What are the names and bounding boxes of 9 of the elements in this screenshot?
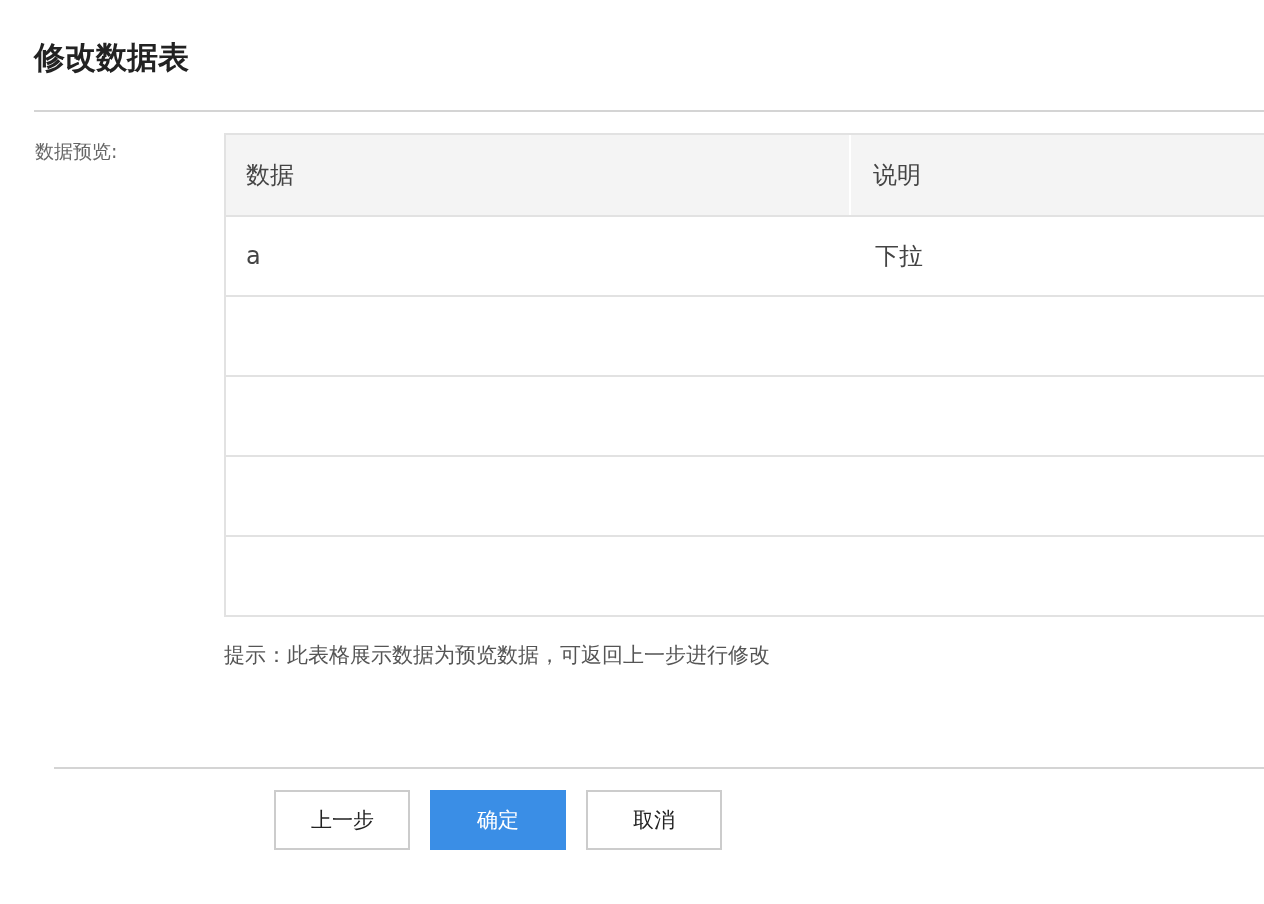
table-cell-text: a [245, 241, 262, 272]
hint-text: 提示：此表格展示数据为预览数据，可返回上一步进行修改 [224, 642, 771, 669]
action-button[interactable]: 上一步 [274, 790, 410, 850]
page-title: 修改数据表 [34, 38, 190, 77]
action-button[interactable]: 取消 [586, 790, 722, 850]
column-header: 数据 [226, 135, 851, 215]
table-cell-text: 下拉 [874, 241, 924, 272]
column-header: 说明 [872, 160, 922, 191]
field-label: 数据预览: [35, 139, 119, 164]
